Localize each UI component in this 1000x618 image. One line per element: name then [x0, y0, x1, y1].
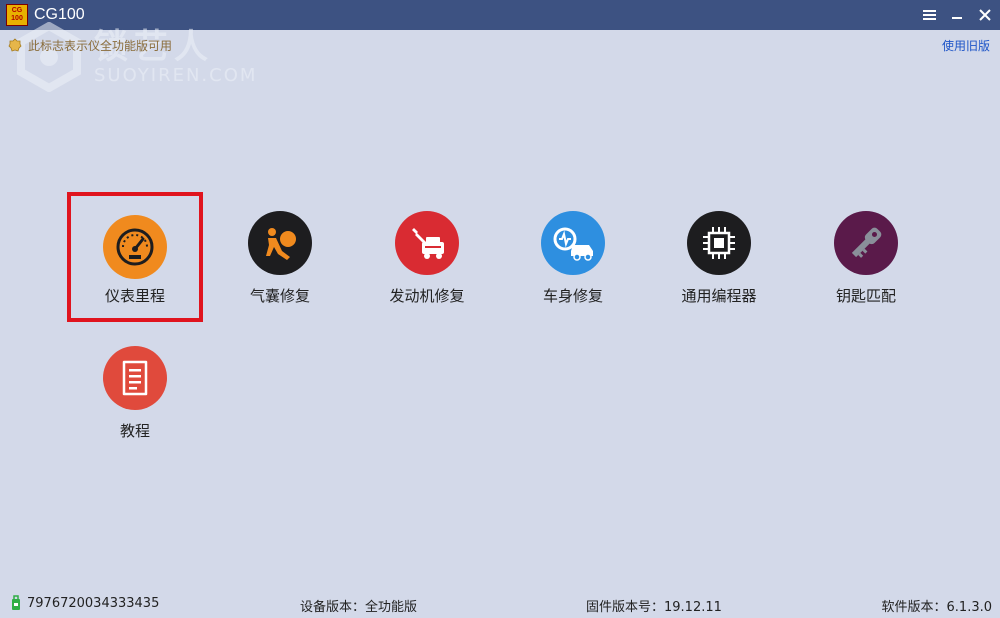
menu-icon[interactable]: [922, 8, 936, 22]
tile-label: 教程: [119, 422, 150, 440]
window-controls: [922, 0, 992, 30]
key-icon: [834, 211, 898, 275]
tile-label: 气囊修复: [249, 287, 310, 305]
tile-universal-programmer[interactable]: 通用编程器: [651, 192, 787, 322]
tile-body-repair[interactable]: 车身修复: [505, 192, 641, 322]
use-old-version-link[interactable]: 使用旧版: [942, 37, 990, 54]
chip-icon: [687, 211, 751, 275]
watermark-logo-icon: [17, 22, 81, 92]
tile-label: 钥匙匹配: [835, 287, 896, 305]
title-bar: CG 100 CG100: [0, 0, 1000, 30]
software-version: 软件版本：6.1.3.0: [881, 600, 992, 615]
full-version-notice: 此标志表示仪全功能版可用: [8, 36, 172, 54]
window-title: CG100: [34, 6, 85, 23]
speedometer-icon: [103, 215, 167, 279]
watermark-en: SUOYIREN.COM: [94, 65, 258, 86]
close-icon[interactable]: [978, 8, 992, 22]
app-logo-bottom: 100: [11, 15, 23, 22]
document-icon: [103, 346, 167, 410]
engine-repair-icon: [395, 211, 459, 275]
app-logo: CG 100: [6, 4, 28, 26]
notice-text: 此标志表示仪全功能版可用: [28, 38, 173, 53]
tile-dashboard-mileage[interactable]: 仪表里程: [67, 192, 203, 322]
car-body-icon: [541, 211, 605, 275]
device-version: 设备版本：全功能版: [300, 600, 418, 615]
firmware-version: 固件版本号：19.12.11: [586, 600, 722, 615]
tile-label: 通用编程器: [681, 287, 757, 305]
airbag-icon: [248, 211, 312, 275]
tile-label: 车身修复: [542, 287, 603, 305]
badge-icon: [8, 38, 22, 52]
tile-key-matching[interactable]: 钥匙匹配: [798, 192, 934, 322]
tile-label: 发动机修复: [389, 287, 465, 305]
status-bar: 7976720034333435 设备版本：全功能版 固件版本号：19.12.1…: [0, 590, 1000, 618]
tile-tutorial[interactable]: 教程: [67, 327, 203, 457]
app-logo-top: CG: [11, 7, 23, 14]
tile-engine-repair[interactable]: 发动机修复: [359, 192, 495, 322]
tile-airbag-repair[interactable]: 气囊修复: [212, 192, 348, 322]
minimize-icon[interactable]: [950, 8, 964, 22]
device-serial: 7976720034333435: [27, 596, 160, 611]
usb-device-icon: [12, 595, 20, 610]
tile-label: 仪表里程: [104, 287, 165, 305]
watermark: 锁艺人 SUOYIREN.COM: [14, 22, 257, 92]
